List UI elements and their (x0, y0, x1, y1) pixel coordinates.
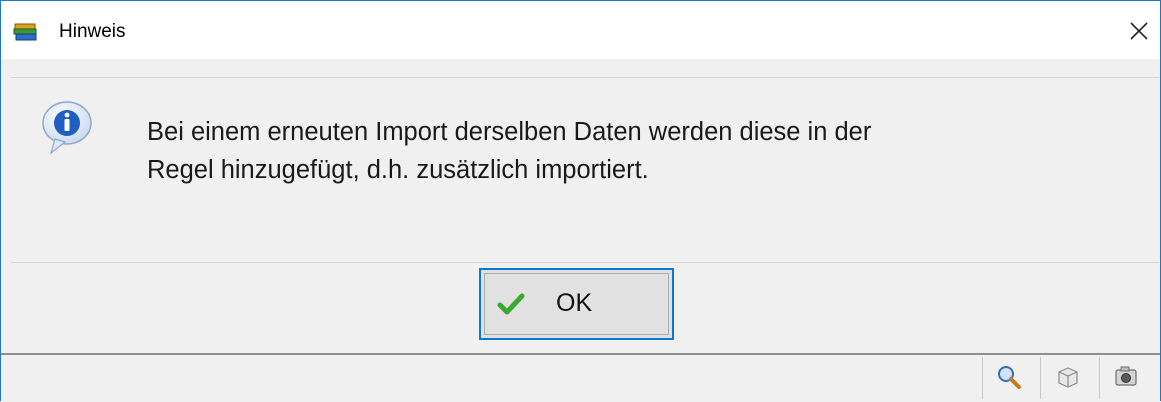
message-text: Bei einem erneuten Import derselben Date… (147, 113, 1107, 189)
message-line-2: Regel hinzugefügt, d.h. zusätzlich impor… (147, 156, 649, 184)
status-separator (1040, 357, 1041, 399)
close-icon[interactable] (1121, 15, 1157, 47)
window-title: Hinweis (59, 21, 126, 42)
title-bar[interactable]: Hinweis (1, 1, 1160, 59)
message-line-1: Bei einem erneuten Import derselben Date… (147, 118, 872, 146)
box-icon[interactable] (1054, 363, 1082, 391)
magnifier-icon[interactable] (995, 363, 1023, 391)
status-separator (982, 357, 983, 399)
dialog-window: Hinweis Bei einem erneuten Import dersel… (0, 0, 1161, 402)
status-separator (1099, 357, 1100, 399)
ok-button-label: OK (556, 289, 593, 317)
status-bar (1, 353, 1160, 402)
info-bubble-icon (39, 99, 101, 155)
ok-button[interactable]: OK (479, 268, 674, 340)
books-icon (13, 21, 39, 43)
camera-icon[interactable] (1112, 363, 1140, 391)
checkmark-icon (497, 292, 525, 316)
